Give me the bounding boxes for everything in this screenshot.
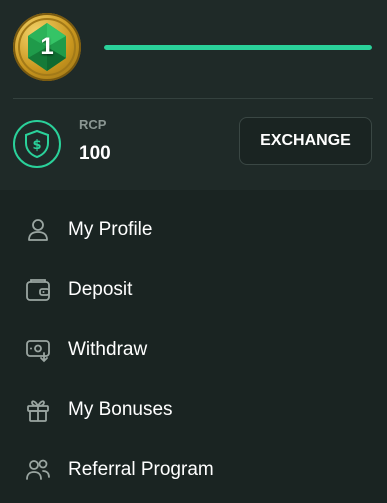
wallet-icon — [26, 279, 50, 301]
menu-item-deposit[interactable]: Deposit — [0, 260, 387, 320]
menu-item-my-bonuses[interactable]: My Bonuses — [0, 380, 387, 440]
menu-item-my-profile[interactable]: My Profile — [0, 200, 387, 260]
user-icon — [28, 219, 48, 241]
gift-icon — [27, 400, 49, 422]
users-icon — [26, 459, 50, 480]
level-badge: 1 — [13, 13, 81, 81]
rcp-shield-icon: $ — [13, 120, 61, 168]
level-progress-fill — [104, 45, 372, 50]
menu-item-label: Referral Program — [68, 459, 214, 480]
svg-text:$: $ — [32, 138, 41, 153]
menu-item-referral-program[interactable]: Referral Program — [0, 440, 387, 500]
menu-item-label: My Profile — [68, 219, 153, 240]
rcp-row: $ RCP 100 EXCHANGE — [0, 99, 387, 190]
menu-item-withdraw[interactable]: Withdraw — [0, 320, 387, 380]
level-row: 1 — [0, 0, 387, 98]
menu-item-label: Withdraw — [68, 339, 148, 360]
exchange-button[interactable]: EXCHANGE — [239, 117, 372, 165]
level-progress-bar — [104, 45, 372, 50]
menu-item-label: My Bonuses — [68, 399, 173, 420]
rcp-label: RCP — [79, 117, 107, 132]
menu-item-label: Deposit — [68, 279, 133, 300]
account-summary-panel: 1 $ RCP 100 EXCHANGE — [0, 0, 387, 190]
account-menu: My Profile Deposit Withdraw My Bonuses R… — [0, 200, 387, 500]
withdraw-icon — [26, 340, 50, 363]
level-number: 1 — [40, 33, 54, 60]
rcp-balance: 100 — [79, 143, 111, 164]
